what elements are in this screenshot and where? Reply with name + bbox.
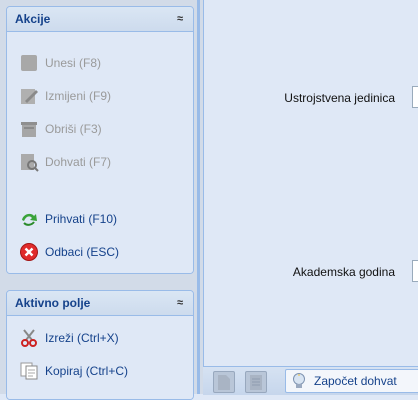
cut-label: Izreži (Ctrl+X): [45, 331, 119, 345]
toolbar-button-1[interactable]: [213, 371, 235, 393]
cancel-label: Odbaci (ESC): [45, 245, 120, 259]
status-text: Započet dohvat: [314, 374, 397, 388]
document-icon: [218, 375, 230, 390]
fetch-label: Dohvati (F7): [45, 155, 112, 169]
copy-icon: [20, 362, 38, 380]
actions-panel-body: Unesi (F8) Izmijeni (F9) Obriši (F3) Doh…: [7, 32, 193, 273]
active-field-panel-title: Aktivno polje: [15, 296, 91, 310]
collapse-icon[interactable]: ≈: [177, 291, 183, 315]
collapse-icon[interactable]: ≈: [177, 7, 183, 31]
splitter[interactable]: [197, 0, 200, 394]
actions-panel: Akcije ≈ Unesi (F8) Izmijeni (F9) Obriši…: [6, 6, 194, 274]
active-field-panel: Aktivno polje ≈ Izreži (Ctrl+X) Kopiraj …: [6, 290, 194, 400]
unit-input[interactable]: [412, 86, 418, 108]
copy-button[interactable]: Kopiraj (Ctrl+C): [19, 359, 128, 383]
cut-button[interactable]: Izreži (Ctrl+X): [19, 326, 119, 350]
edit-icon: [21, 89, 38, 104]
add-button[interactable]: Unesi (F8): [19, 51, 101, 75]
cut-icon: [21, 329, 37, 347]
list-icon: [250, 375, 262, 390]
search-icon: [21, 154, 39, 172]
lightbulb-icon: [293, 373, 305, 388]
year-label: Akademska godina: [292, 265, 395, 279]
status-indicator: Započet dohvat: [285, 369, 418, 393]
cancel-icon: [20, 243, 38, 261]
accept-label: Prihvati (F10): [45, 212, 118, 226]
delete-button[interactable]: Obriši (F3): [19, 117, 102, 141]
status-bar: Započet dohvat: [203, 366, 418, 395]
cancel-button[interactable]: Odbaci (ESC): [19, 240, 119, 264]
add-icon: [21, 55, 37, 71]
edit-button[interactable]: Izmijeni (F9): [19, 84, 111, 108]
edit-label: Izmijeni (F9): [45, 89, 112, 103]
toolbar-button-2[interactable]: [245, 371, 267, 393]
delete-icon: [21, 122, 37, 137]
actions-panel-header: Akcije ≈: [7, 7, 193, 32]
copy-label: Kopiraj (Ctrl+C): [45, 364, 129, 378]
fetch-button[interactable]: Dohvati (F7): [19, 150, 111, 174]
accept-icon: [22, 213, 37, 226]
active-field-panel-body: Izreži (Ctrl+X) Kopiraj (Ctrl+C): [7, 316, 193, 399]
form-area: Ustrojstvena jedinica Akademska godina: [203, 0, 418, 366]
delete-label: Obriši (F3): [45, 122, 102, 136]
year-input[interactable]: [412, 260, 418, 282]
add-label: Unesi (F8): [45, 56, 102, 70]
accept-button[interactable]: Prihvati (F10): [19, 207, 117, 231]
unit-label: Ustrojstvena jedinica: [284, 91, 395, 105]
active-field-panel-header: Aktivno polje ≈: [7, 291, 193, 316]
left-sidebar: Akcije ≈ Unesi (F8) Izmijeni (F9) Obriši…: [0, 0, 203, 400]
actions-panel-title: Akcije: [15, 12, 51, 26]
